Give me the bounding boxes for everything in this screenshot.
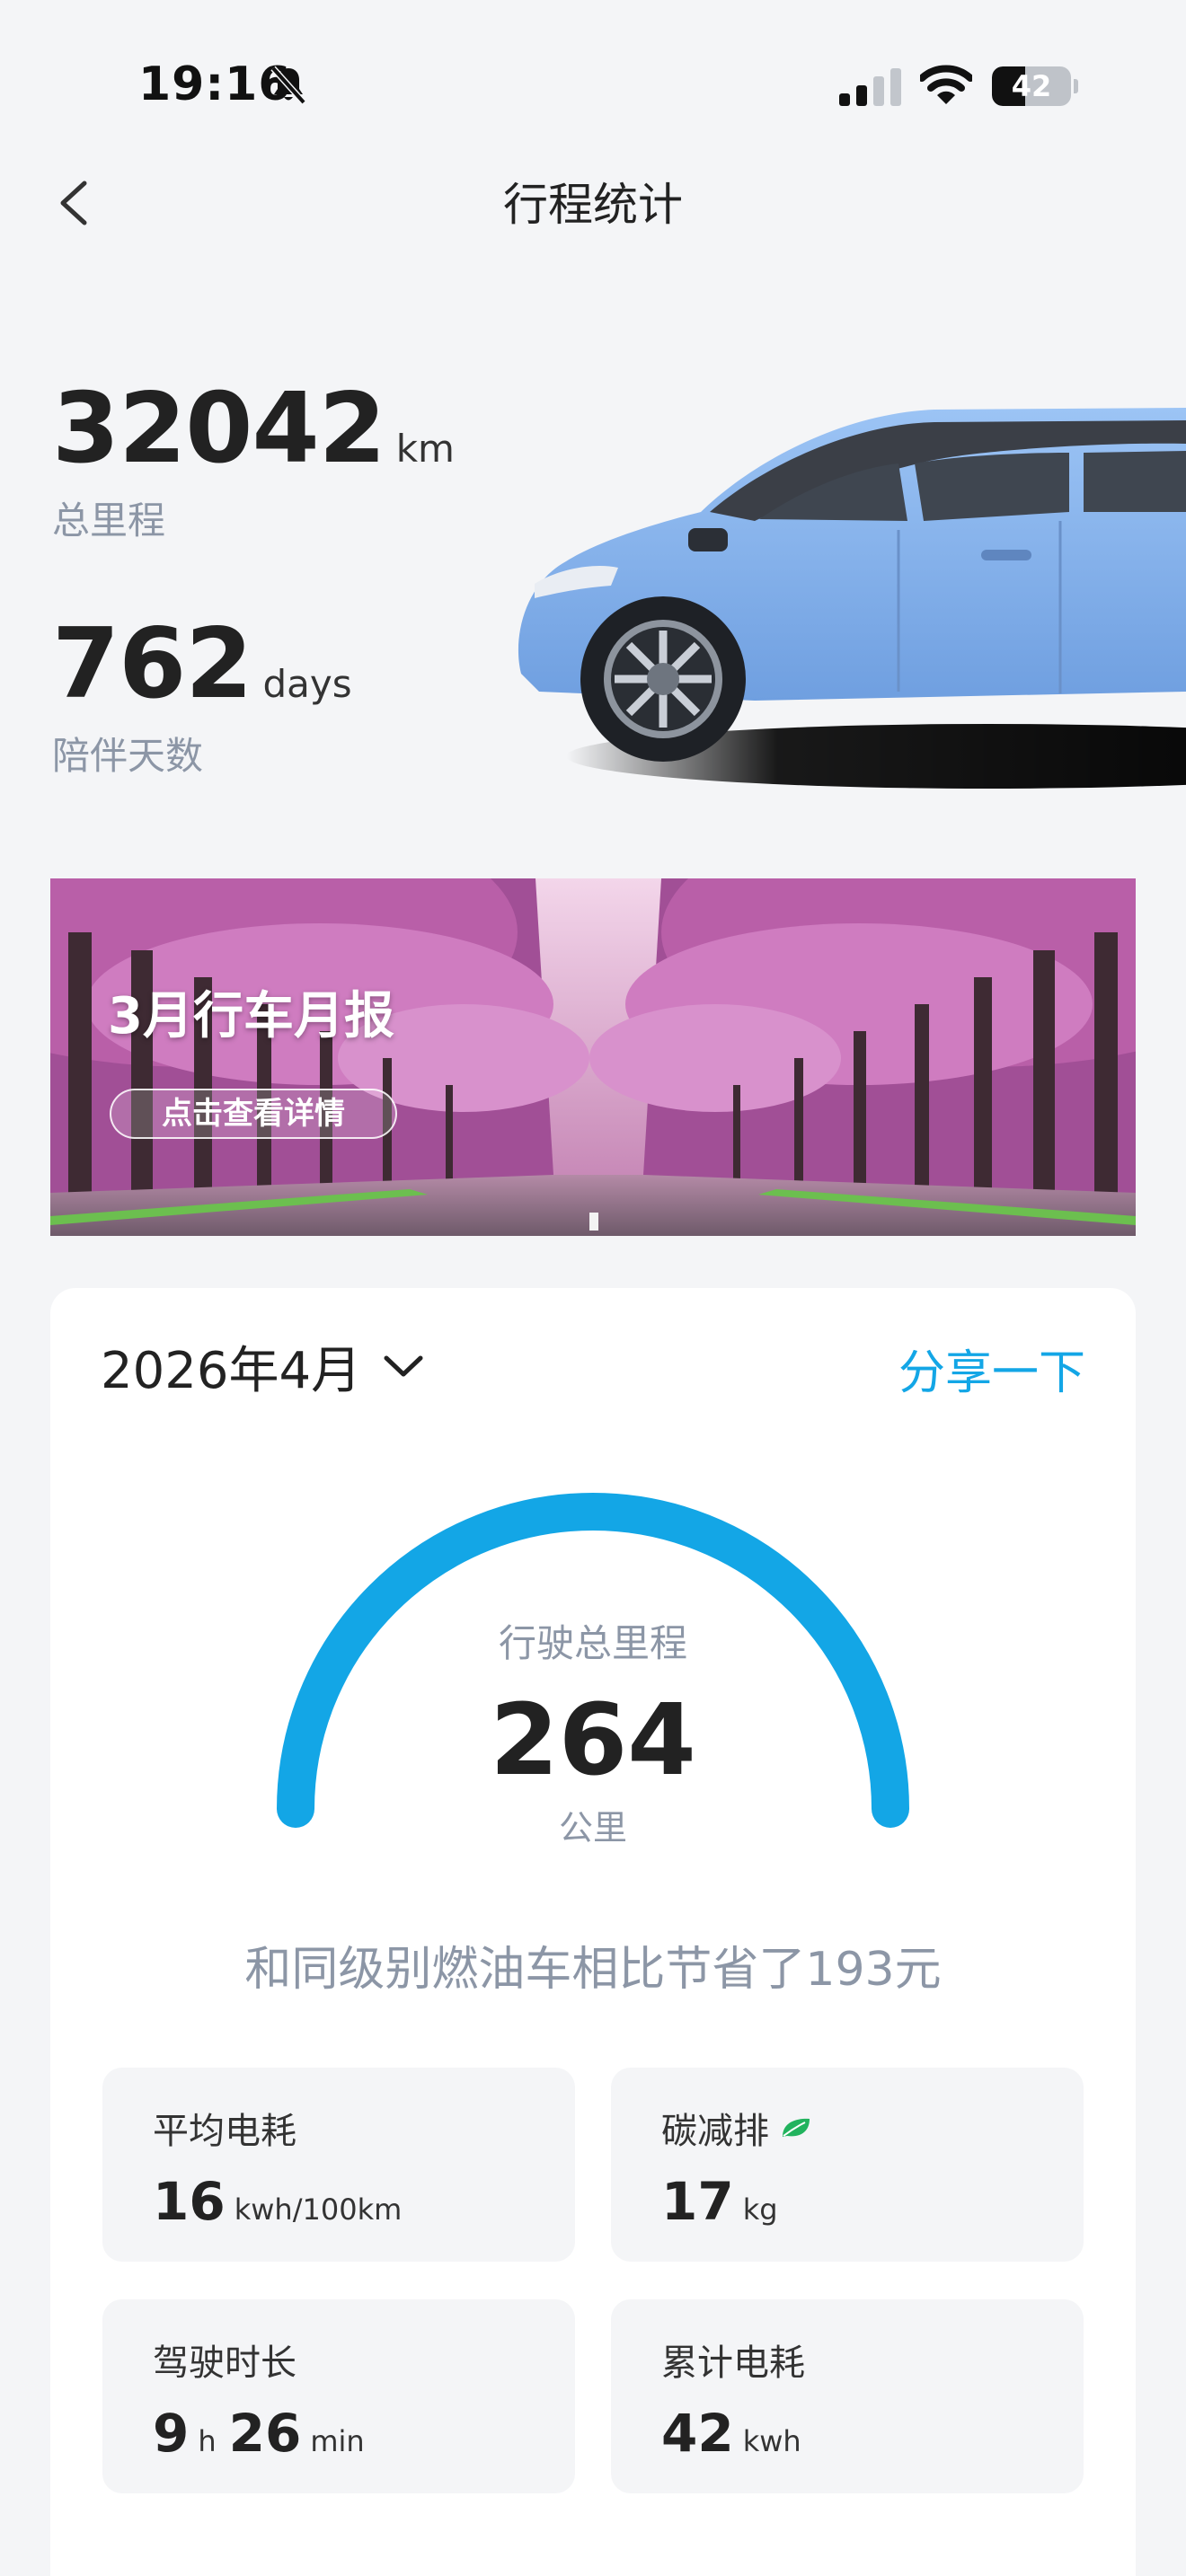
carbon-reduction-label: 碳减排: [661, 2111, 769, 2152]
days-value: 762: [52, 608, 252, 720]
avg-consumption-tile: 平均电耗 16 kwh/100km: [102, 2068, 575, 2262]
cherry-blossom-road-image: [50, 878, 1136, 1236]
gauge-value: 264: [490, 1682, 696, 1797]
gauge-unit: 公里: [558, 1808, 627, 1848]
total-consumption-unit: kwh: [742, 2424, 801, 2458]
gauge-label: 行驶总里程: [498, 1621, 687, 1665]
trip-statistics-page: 19:16 42 行程统计 32042 km 总里程 762 days 陪伴天数…: [0, 0, 1186, 2576]
chevron-down-icon: [384, 1355, 423, 1377]
cellular-signal-icon: [839, 68, 901, 106]
total-consumption-label: 累计电耗: [661, 2342, 805, 2384]
carbon-reduction-unit: kg: [742, 2192, 778, 2227]
carbon-reduction-tile: 碳减排 17 kg: [611, 2068, 1084, 2262]
status-time: 19:16: [138, 57, 292, 111]
status-bar: 19:16 42: [0, 0, 1186, 171]
banner-title: 3月行车月报: [108, 987, 394, 1045]
driving-duration-tile: 驾驶时长 9 h 26 min: [102, 2299, 575, 2493]
chevron-left-icon[interactable]: [50, 171, 104, 235]
view-details-button[interactable]: 点击查看详情: [110, 1089, 397, 1139]
total-consumption-tile: 累计电耗 42 kwh: [611, 2299, 1084, 2493]
avg-consumption-value: 16: [153, 2171, 226, 2232]
leaf-icon: [783, 2118, 810, 2137]
saving-text: 和同级别燃油车相比节省了193元: [244, 1943, 942, 1997]
days-label: 陪伴天数: [52, 734, 204, 778]
total-mileage-unit: km: [395, 427, 455, 471]
days-unit: days: [262, 662, 352, 706]
monthly-stats-card: 2026年4月 分享一下 行驶总里程 264 公里 和同级别燃油车相比节省了19…: [50, 1288, 1136, 2576]
driving-minutes-unit: min: [310, 2424, 365, 2458]
battery-percent: 42: [1011, 69, 1052, 103]
month-selector[interactable]: 2026年4月: [101, 1335, 424, 1400]
avg-consumption-label: 平均电耗: [153, 2111, 296, 2152]
bell-slash-icon: [270, 66, 306, 105]
monthly-report-banner[interactable]: 3月行车月报 点击查看详情: [50, 878, 1136, 1236]
car-image: [518, 408, 1186, 789]
wifi-icon: [920, 65, 972, 104]
battery-icon: 42: [992, 66, 1078, 106]
avg-consumption-unit: kwh/100km: [234, 2192, 403, 2227]
share-button[interactable]: 分享一下: [898, 1335, 1085, 1402]
days-stat: 762 days 陪伴天数: [52, 616, 352, 781]
driving-minutes-value: 26: [228, 2403, 302, 2464]
total-mileage-label: 总里程: [52, 498, 166, 543]
driving-hours-value: 9: [153, 2403, 190, 2464]
total-mileage-value: 32042: [52, 373, 386, 485]
month-label: 2026年4月: [101, 1341, 362, 1400]
page-title: 行程统计: [503, 179, 683, 231]
driving-hours-unit: h: [198, 2424, 217, 2458]
carbon-reduction-value: 17: [661, 2171, 734, 2232]
driving-duration-label: 驾驶时长: [153, 2342, 296, 2384]
total-mileage-stat: 32042 km 总里程: [52, 381, 455, 545]
total-consumption-value: 42: [661, 2403, 734, 2464]
